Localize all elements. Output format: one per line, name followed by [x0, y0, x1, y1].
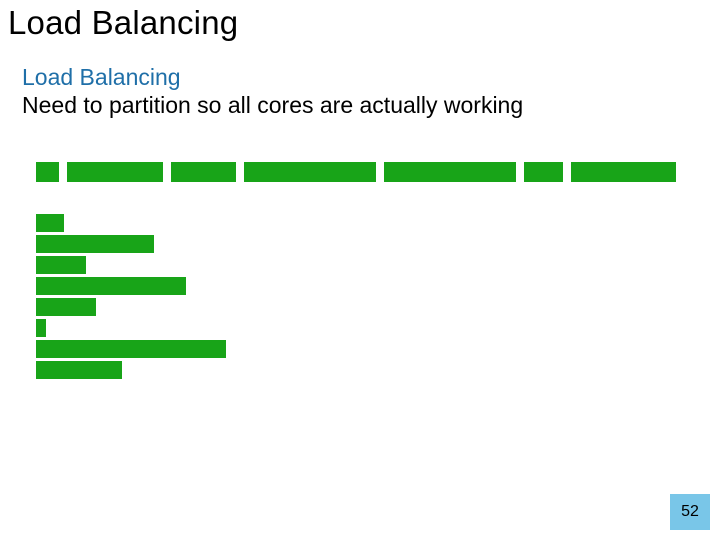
top-bar-segment — [244, 162, 376, 182]
slide-body: Load Balancing Need to partition so all … — [22, 65, 682, 119]
top-bar-segment — [67, 162, 163, 182]
stack-bar — [36, 214, 64, 232]
page-number: 52 — [681, 503, 699, 521]
stack-bar — [36, 298, 96, 316]
top-bars — [36, 162, 676, 182]
slide: Load Balancing Load Balancing Need to pa… — [0, 0, 720, 540]
page-number-badge: 52 — [670, 494, 710, 530]
top-bar-segment — [36, 162, 59, 182]
stack-bar — [36, 235, 154, 253]
stack-bar — [36, 319, 46, 337]
top-bar-segment — [571, 162, 676, 182]
top-bar-segment — [384, 162, 516, 182]
stack-bar — [36, 256, 86, 274]
slide-description: Need to partition so all cores are actua… — [22, 92, 542, 118]
top-bar-segment — [524, 162, 562, 182]
top-bar-row — [36, 162, 676, 182]
slide-title: Load Balancing — [8, 4, 238, 42]
slide-subtitle: Load Balancing — [22, 65, 682, 90]
stacked-bars — [36, 214, 226, 379]
stack-bar — [36, 361, 122, 379]
stack-bar — [36, 340, 226, 358]
stack-bar — [36, 277, 186, 295]
top-bar-segment — [171, 162, 236, 182]
